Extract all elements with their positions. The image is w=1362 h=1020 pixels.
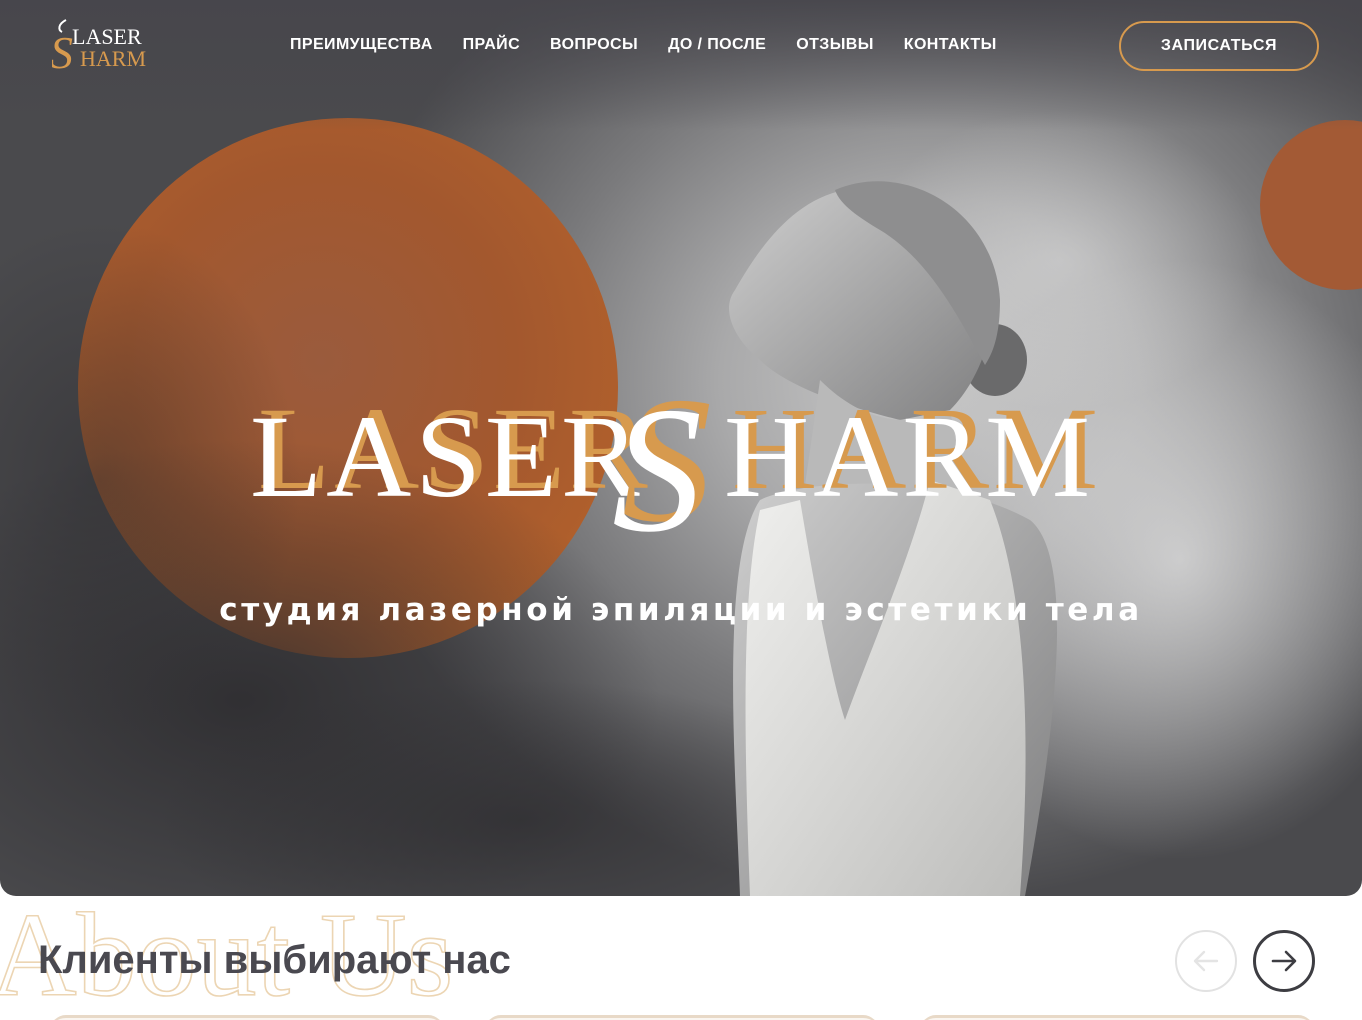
hero-tagline: студия лазерной эпиляции и эстетики тела <box>219 592 1143 628</box>
review-card[interactable] <box>485 1015 879 1020</box>
review-card[interactable] <box>50 1015 444 1020</box>
hero-section: LASER S HARM ПРЕИМУЩЕСТВА ПРАЙС ВОПРОСЫ … <box>0 0 1362 896</box>
nav-link-questions[interactable]: ВОПРОСЫ <box>550 36 638 54</box>
svg-text:S: S <box>52 27 73 74</box>
carousel-prev-button[interactable] <box>1175 930 1237 992</box>
arrow-left-icon <box>1193 950 1219 972</box>
book-appointment-button[interactable]: ЗАПИСАТЬСЯ <box>1119 21 1319 71</box>
review-card[interactable] <box>920 1015 1314 1020</box>
orange-circle-small-shape <box>1260 120 1362 290</box>
nav-links: ПРЕИМУЩЕСТВА ПРАЙС ВОПРОСЫ ДО / ПОСЛЕ ОТ… <box>290 36 997 54</box>
brand-logo[interactable]: LASER S HARM <box>52 18 148 74</box>
svg-text:HARM: HARM <box>724 391 1094 522</box>
nav-link-before-after[interactable]: ДО / ПОСЛЕ <box>668 36 766 54</box>
review-cards-row <box>0 1015 1362 1020</box>
nav-link-price[interactable]: ПРАЙС <box>463 36 520 54</box>
nav-link-contacts[interactable]: КОНТАКТЫ <box>904 36 997 54</box>
svg-text:HARM: HARM <box>80 46 146 71</box>
top-navigation: LASER S HARM ПРЕИМУЩЕСТВА ПРАЙС ВОПРОСЫ … <box>0 0 1362 92</box>
carousel-next-button[interactable] <box>1253 930 1315 992</box>
nav-link-reviews[interactable]: ОТЗЫВЫ <box>796 36 874 54</box>
svg-text:S: S <box>612 380 702 550</box>
nav-link-advantages[interactable]: ПРЕИМУЩЕСТВА <box>290 36 433 54</box>
arrow-right-icon <box>1271 950 1297 972</box>
reviews-section-title: Клиенты выбирают нас <box>38 938 511 982</box>
svg-text:LASER: LASER <box>250 391 644 522</box>
hero-brand-logo: LASER HARM LASER HARM S S <box>250 380 1098 550</box>
